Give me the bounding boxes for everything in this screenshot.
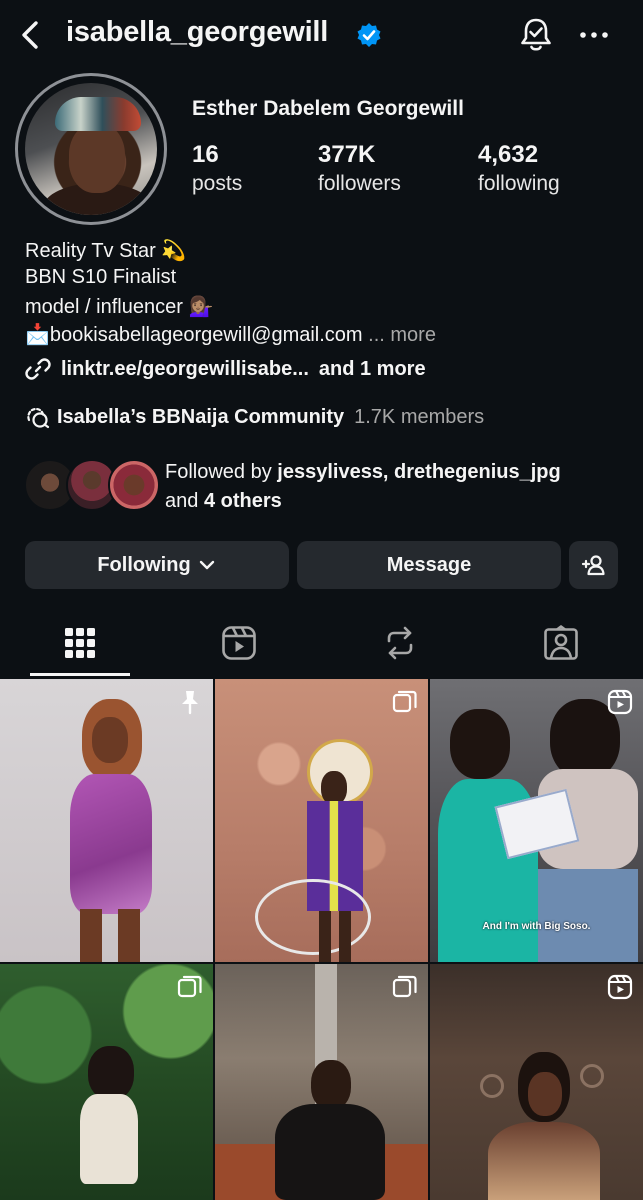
reel-caption: And I'm with Big Soso. <box>482 921 591 932</box>
tab-tagged[interactable] <box>536 620 586 666</box>
post-thumbnail[interactable] <box>215 964 428 1200</box>
suggested-users-button[interactable] <box>569 541 618 589</box>
pin-icon <box>182 691 198 715</box>
bio-line: Reality Tv Star 💫 <box>25 238 186 263</box>
carousel-icon <box>392 975 417 998</box>
message-button-label: Message <box>386 553 472 576</box>
followed-by-text[interactable]: Followed by jessylivess, drethegenius_jp… <box>165 458 625 516</box>
dizzy-emoji: 💫 <box>161 240 187 262</box>
post-thumbnail[interactable] <box>0 964 213 1200</box>
bio-email-line: 📩bookisabellageorgewill@gmail.com ... mo… <box>25 322 436 347</box>
reels-icon <box>222 626 256 660</box>
post-thumbnail[interactable] <box>0 679 213 962</box>
community-chat-icon <box>27 407 50 429</box>
community-members: 1.7K members <box>354 405 485 428</box>
notification-bell-icon[interactable] <box>518 16 554 54</box>
followed-by-and: and <box>165 490 199 512</box>
message-button[interactable]: Message <box>297 541 561 589</box>
posts-count[interactable]: 16 <box>192 141 219 169</box>
community-name[interactable]: Isabella’s BBNaija Community <box>57 406 344 429</box>
reel-icon <box>607 689 633 715</box>
bio-line: model / influencer 💁🏽‍♀️ <box>25 294 213 319</box>
bio-more-link[interactable]: ... more <box>368 324 436 346</box>
profile-full-name: Esther Dabelem Georgewill <box>192 97 464 120</box>
following-button-label: Following <box>97 553 191 576</box>
person-emoji: 💁🏽‍♀️ <box>188 296 214 318</box>
back-chevron-icon[interactable] <box>14 18 48 52</box>
tab-reels[interactable] <box>214 620 264 666</box>
post-thumbnail[interactable] <box>215 679 428 962</box>
carousel-icon <box>392 690 417 713</box>
bio-text: model / influencer <box>25 296 183 318</box>
bio-line: BBN S10 Finalist <box>25 266 176 289</box>
envelope-emoji: 📩 <box>25 324 50 346</box>
tab-reposts[interactable] <box>375 620 425 666</box>
avatar <box>108 459 160 511</box>
bio-text: Reality Tv Star <box>25 240 156 262</box>
carousel-icon <box>177 975 202 998</box>
followed-by-prefix: Followed by <box>165 461 272 483</box>
profile-avatar[interactable] <box>25 83 157 215</box>
add-user-icon <box>581 555 605 576</box>
reposts-icon <box>387 626 413 660</box>
more-dots-icon[interactable] <box>576 22 612 48</box>
tagged-icon <box>544 625 578 660</box>
followed-by-others[interactable]: 4 others <box>204 490 282 512</box>
link-icon <box>25 358 51 380</box>
grid-icon <box>65 628 95 658</box>
following-button[interactable]: Following <box>25 541 289 589</box>
posts-label[interactable]: posts <box>192 172 242 196</box>
mutual-followers-avatars[interactable] <box>24 459 160 511</box>
reel-icon <box>607 974 633 1000</box>
following-label[interactable]: following <box>478 172 560 196</box>
followers-count[interactable]: 377K <box>318 141 375 169</box>
profile-username: isabella_georgewill <box>66 16 329 48</box>
following-count[interactable]: 4,632 <box>478 141 538 169</box>
post-thumbnail[interactable]: And I'm with Big Soso. <box>430 679 643 962</box>
verified-badge-icon <box>357 23 381 47</box>
chevron-down-icon <box>199 560 214 570</box>
community-row[interactable]: Isabella’s BBNaija Community 1.7K member… <box>25 404 484 430</box>
bio-email[interactable]: bookisabellageorgewill@gmail.com <box>50 324 363 346</box>
tab-posts-grid[interactable] <box>55 620 105 666</box>
followed-by-names[interactable]: jessylivess, drethegenius_jpg <box>277 461 560 483</box>
external-link-row[interactable]: linktr.ee/georgewillisabe... and 1 more <box>25 356 426 382</box>
bio-text: BBN S10 Finalist <box>25 266 177 288</box>
post-thumbnail[interactable] <box>430 964 643 1200</box>
external-link-text[interactable]: linktr.ee/georgewillisabe... <box>61 358 309 381</box>
active-tab-indicator <box>30 673 130 676</box>
link-more-text[interactable]: and 1 more <box>319 358 426 381</box>
followers-label[interactable]: followers <box>318 172 401 196</box>
